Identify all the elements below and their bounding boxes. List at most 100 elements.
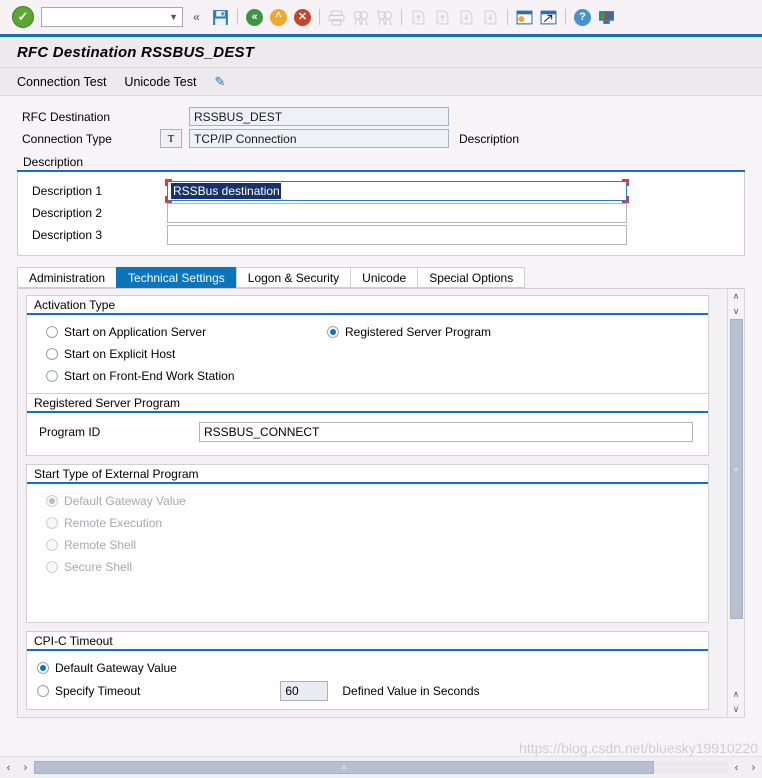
tab-strip: Administration Technical Settings Logon …	[17, 266, 762, 288]
watermark: https://blog.csdn.net/bluesky19910220	[519, 740, 758, 756]
description-2-label: Description 2	[32, 206, 103, 220]
timeout-value-input[interactable]: 60	[280, 681, 329, 701]
previous-page-icon[interactable]	[432, 6, 453, 28]
description-3-row: Description 3	[18, 224, 744, 246]
description-2-input[interactable]	[167, 203, 627, 223]
scroll-page-down-arrow-icon[interactable]: ∨	[728, 702, 745, 717]
horizontal-scrollbar-thumb[interactable]: ≡	[34, 761, 654, 774]
focus-corner-tr	[622, 179, 629, 186]
scroll-down-arrow-icon[interactable]: ∨	[728, 304, 745, 319]
scroll-page-left-arrow-icon[interactable]: ‹	[728, 762, 745, 774]
program-id-input[interactable]: RSSBUS_CONNECT	[199, 422, 693, 442]
activation-type-right-column: Registered Server Program	[327, 321, 491, 387]
scrollbar-grip-icon: ≡	[733, 464, 739, 474]
radio-label: Start on Explicit Host	[64, 347, 176, 361]
radio-start-on-explicit-host[interactable]: Start on Explicit Host	[27, 343, 327, 365]
radio-secure-shell: Secure Shell	[27, 556, 708, 578]
toolbar-separator	[237, 9, 238, 25]
next-page-icon[interactable]	[456, 6, 477, 28]
save-icon[interactable]	[210, 6, 231, 28]
specify-timeout-row: Specify Timeout 60 Defined Value in Seco…	[27, 679, 708, 703]
radio-start-on-front-end-work-station[interactable]: Start on Front-End Work Station	[27, 365, 327, 387]
description-1-input[interactable]: RSSBus destination	[165, 179, 629, 203]
radio-remote-execution: Remote Execution	[27, 512, 708, 534]
application-function-bar: Connection Test Unicode Test ✎	[0, 68, 762, 96]
tab-logon-security[interactable]: Logon & Security	[235, 267, 351, 288]
first-page-icon[interactable]	[408, 6, 429, 28]
radio-button-icon[interactable]	[37, 685, 49, 697]
focus-corner-tl	[165, 179, 172, 186]
rfc-destination-input[interactable]: RSSBUS_DEST	[189, 107, 449, 126]
radio-default-gateway-value-start-type: Default Gateway Value	[27, 490, 708, 512]
connection-type-code[interactable]: T	[160, 129, 182, 148]
start-type-title: Start Type of External Program	[27, 465, 708, 482]
unicode-test-button[interactable]: Unicode Test	[124, 75, 196, 89]
find-next-icon[interactable]	[374, 6, 395, 28]
chevron-down-icon[interactable]: ▼	[169, 12, 180, 22]
customize-local-layout-icon[interactable]	[596, 6, 617, 28]
radio-label: Registered Server Program	[345, 325, 492, 339]
radio-label-specify-timeout[interactable]: Specify Timeout	[55, 684, 140, 698]
scroll-page-up-arrow-icon[interactable]: ∧	[728, 687, 745, 702]
timeout-unit-label: Defined Value in Seconds	[342, 684, 480, 698]
activation-type-section: Activation Type Start on Application Ser…	[26, 295, 709, 394]
description-3-input[interactable]	[167, 225, 627, 245]
tab-special-options[interactable]: Special Options	[417, 267, 526, 288]
vertical-scrollbar[interactable]: ∧ ∨ ≡ ∧ ∨	[727, 289, 744, 717]
connection-type-description-label: Description	[459, 131, 520, 146]
back-chevrons-icon[interactable]: «	[186, 6, 207, 28]
radio-label: Secure Shell	[64, 560, 133, 574]
last-page-icon[interactable]	[480, 6, 501, 28]
create-session-icon[interactable]	[514, 6, 535, 28]
radio-registered-server-program[interactable]: Registered Server Program	[327, 321, 491, 343]
start-type-section: Start Type of External Program Default G…	[26, 464, 709, 623]
start-type-body: Default Gateway Value Remote Execution R…	[27, 484, 708, 622]
scroll-page-right-arrow-icon[interactable]: ›	[745, 762, 762, 774]
connection-type-label: Connection Type	[22, 131, 112, 146]
registered-server-program-body: Program ID RSSBUS_CONNECT	[27, 413, 708, 455]
vertical-scrollbar-thumb[interactable]: ≡	[729, 319, 743, 619]
activation-type-body: Start on Application Server Start on Exp…	[27, 315, 708, 393]
radio-start-on-application-server[interactable]: Start on Application Server	[27, 321, 327, 343]
green-check-icon[interactable]: ✓	[12, 6, 34, 28]
cpic-timeout-section: CPI-C Timeout Default Gateway Value Spec…	[26, 631, 709, 710]
radio-button-disabled-icon	[46, 517, 58, 529]
main-content: RFC Destination RSSBUS_DEST Connection T…	[0, 96, 762, 718]
radio-label: Default Gateway Value	[64, 494, 186, 508]
technical-settings-content: Activation Type Start on Application Ser…	[18, 289, 717, 717]
technical-settings-panel: Activation Type Start on Application Ser…	[17, 288, 745, 718]
command-field[interactable]: ▼	[41, 7, 183, 27]
focus-corner-bl	[165, 196, 172, 203]
radio-button-icon	[46, 370, 58, 382]
horizontal-scrollbar[interactable]: ‹ › ≡ ‹ ›	[0, 756, 762, 778]
cancel-icon[interactable]: ✕	[292, 6, 313, 28]
radio-label: Start on Application Server	[64, 325, 207, 339]
system-toolbar: ✓ ▼ « « ^ ✕ ?	[0, 0, 762, 34]
connection-type-input[interactable]: TCP/IP Connection	[189, 129, 449, 148]
rfc-destination-row: RFC Destination RSSBUS_DEST	[0, 106, 762, 127]
radio-default-gateway-value-timeout[interactable]: Default Gateway Value	[27, 657, 708, 679]
program-id-row: Program ID RSSBUS_CONNECT	[27, 419, 708, 445]
exit-icon[interactable]: ^	[268, 6, 289, 28]
radio-button-icon	[46, 326, 58, 338]
create-shortcut-icon[interactable]	[538, 6, 559, 28]
help-icon[interactable]: ?	[572, 6, 593, 28]
focus-corner-br	[622, 196, 629, 203]
scroll-up-arrow-icon[interactable]: ∧	[728, 289, 745, 304]
scroll-right-arrow-icon[interactable]: ›	[17, 762, 34, 774]
find-icon[interactable]	[350, 6, 371, 28]
tab-technical-settings[interactable]: Technical Settings	[116, 267, 236, 288]
connection-test-button[interactable]: Connection Test	[17, 75, 106, 89]
back-icon[interactable]: «	[244, 6, 265, 28]
activation-type-left-column: Start on Application Server Start on Exp…	[27, 321, 327, 387]
page-title: RFC Destination RSSBUS_DEST	[17, 43, 255, 61]
tab-unicode[interactable]: Unicode	[350, 267, 418, 288]
print-icon[interactable]	[326, 6, 347, 28]
tab-administration[interactable]: Administration	[17, 267, 117, 288]
horizontal-scrollbar-track[interactable]: ≡	[34, 761, 728, 774]
cpic-timeout-body: Default Gateway Value Specify Timeout 60…	[27, 651, 708, 709]
pencil-icon[interactable]: ✎	[214, 74, 225, 90]
radio-label: Remote Shell	[64, 538, 137, 552]
scroll-left-arrow-icon[interactable]: ‹	[0, 762, 17, 774]
radio-button-icon	[46, 348, 58, 360]
